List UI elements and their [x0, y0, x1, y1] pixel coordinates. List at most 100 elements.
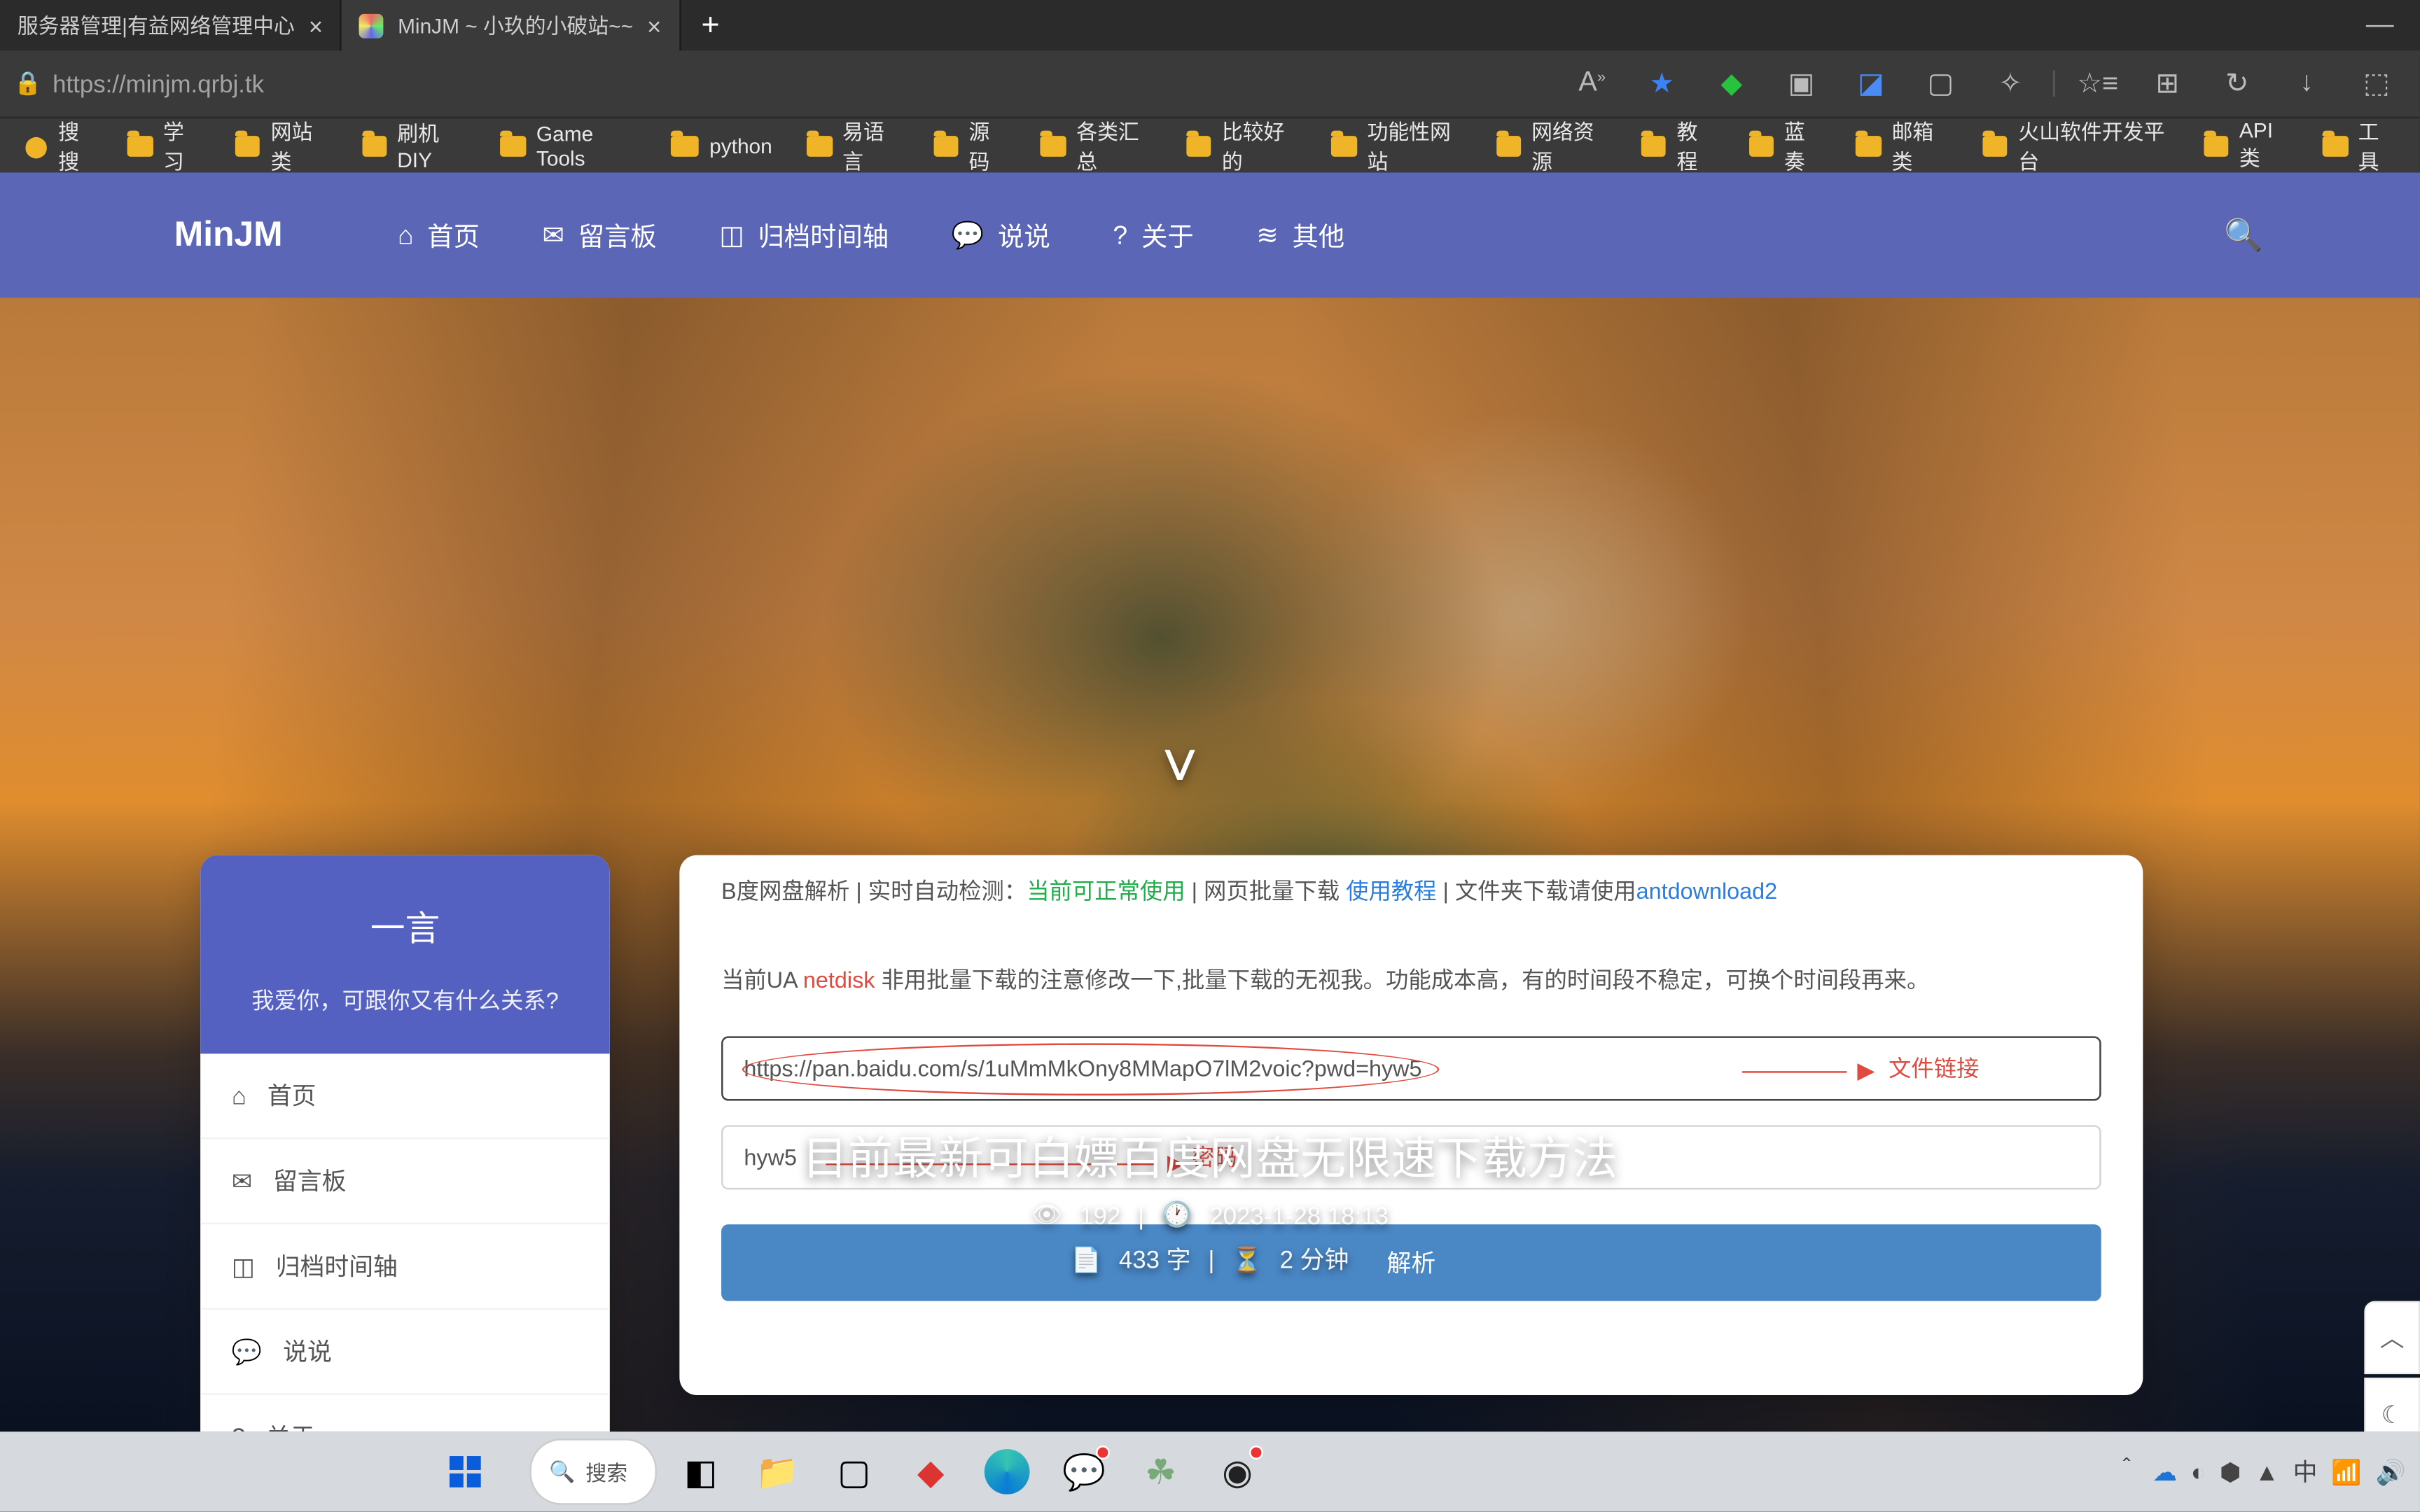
edge-app[interactable] [974, 1438, 1041, 1505]
hourglass-icon: ⏳ [1232, 1245, 1262, 1274]
sidebar-head-quote: 我爱你，可跟你又有什么关系? [228, 982, 582, 1015]
downloads-icon[interactable]: ↓ [2277, 68, 2337, 99]
sidebar-item-label: 归档时间轴 [276, 1249, 398, 1284]
ime-indicator[interactable]: 中 [2293, 1455, 2318, 1490]
folder-icon [1749, 135, 1774, 156]
volume-icon[interactable]: 🔊 [2376, 1457, 2406, 1486]
bookmark-folder[interactable]: 比较好的 [1172, 111, 1311, 181]
bookmark-folder[interactable]: python [657, 128, 786, 163]
bookmark-label: 各类汇总 [1076, 115, 1151, 175]
start-button[interactable] [433, 1438, 499, 1505]
bookmark-folder[interactable]: 工具 [2309, 111, 2409, 181]
explorer-app[interactable]: 📁 [744, 1438, 811, 1505]
tray-app-icon[interactable]: ▲ [2255, 1458, 2279, 1486]
bookmark-folder[interactable]: 易语言 [793, 111, 913, 181]
bookmark-folder[interactable]: 各类汇总 [1027, 111, 1166, 181]
bookmark-folder[interactable]: 网络资源 [1482, 111, 1621, 181]
bookmark-folder[interactable]: ⬤搜搜 [11, 111, 107, 181]
folder-icon [933, 135, 958, 156]
home-icon: ⌂ [232, 1082, 246, 1110]
sidebar-item-label: 首页 [267, 1078, 317, 1113]
task-view-button[interactable]: ◧ [667, 1438, 734, 1505]
sidebar-item-archive[interactable]: ◫归档时间轴 [200, 1224, 610, 1310]
bookmark-folder[interactable]: API类 [2190, 113, 2302, 178]
bookmark-folder[interactable]: 蓝奏 [1735, 111, 1836, 181]
nav-shuoshuo[interactable]: 💬说说 [952, 217, 1050, 253]
url-text[interactable]: https://minjm.qrbj.tk [53, 70, 264, 98]
theme-toggle-button[interactable]: ☾ [2364, 1378, 2420, 1432]
bookmark-folder[interactable]: 火山软件开发平台 [1969, 111, 2183, 181]
system-tray: ＾ ☁ ◐ ⬢ ▲ 中 📶 🔊 [2114, 1455, 2406, 1490]
minimize-button[interactable]: — [2340, 10, 2420, 41]
shield-icon[interactable]: ◆ [1702, 66, 1761, 102]
history-icon[interactable]: ↻ [2207, 66, 2267, 102]
view-count: 192 [1080, 1201, 1120, 1229]
bookmark-label: Game Tools [536, 121, 637, 170]
parse-button[interactable]: 解析 [721, 1224, 2101, 1301]
bookmark-folder[interactable]: 学习 [114, 111, 215, 181]
bookmark-folder[interactable]: 刷机DIY [348, 113, 480, 178]
tab-minjm[interactable]: MinJM ~ 小玖的小破站~~ × [342, 0, 680, 50]
chevron-down-icon[interactable]: ˅ [1162, 730, 1198, 804]
app-icon[interactable]: ◆ [898, 1438, 964, 1505]
bookmark-label: API类 [2239, 118, 2288, 172]
bookmark-label: 网络资源 [1531, 115, 1606, 175]
close-icon[interactable]: × [309, 13, 323, 38]
eye-icon: 👁 [1031, 1200, 1062, 1229]
scroll-top-button[interactable]: ︿ [2364, 1301, 2420, 1375]
tab-server-admin[interactable]: 服务器管理|有益网络管理中心 × [0, 0, 342, 50]
bookmark-folder[interactable]: Game Tools [487, 115, 650, 175]
notification-dot-icon [1096, 1446, 1110, 1460]
favorite-icon[interactable]: ★ [1632, 66, 1692, 102]
translate-icon[interactable]: ◪ [1842, 66, 1901, 102]
tray-app-icon[interactable]: ◐ [2191, 1458, 2206, 1486]
tray-chevron-icon[interactable]: ＾ [2114, 1455, 2139, 1490]
bookmark-label: 源码 [969, 115, 1006, 175]
read-aloud-icon[interactable]: A» [1562, 68, 1622, 99]
obs-app[interactable]: ◉ [1204, 1438, 1271, 1505]
sidebar-item-about[interactable]: ?关于 [200, 1395, 610, 1432]
nav-other[interactable]: ≋其他 [1256, 217, 1344, 253]
home-icon: ⌂ [398, 220, 414, 250]
extension-icon[interactable]: ✧ [1981, 66, 2040, 102]
sidebar-item-home[interactable]: ⌂ 首页 [200, 1054, 610, 1139]
sidebar-item-shuoshuo[interactable]: 💬说说 [200, 1310, 610, 1395]
bookmark-folder[interactable]: 邮箱类 [1842, 111, 1962, 181]
article-meta-row2: 📄433 字 | ⏳2 分钟 [1071, 1242, 1349, 1277]
bookmark-folder[interactable]: 教程 [1627, 111, 1728, 181]
new-tab-button[interactable]: + [681, 7, 741, 43]
favorites-list-icon[interactable]: ☆≡ [2068, 66, 2127, 102]
sidebar: 一言 我爱你，可跟你又有什么关系? ⌂首页 ✉留言板 ◫归档时间轴 💬说说 ?关… [200, 855, 610, 1432]
onedrive-icon[interactable]: ☁ [2153, 1457, 2177, 1486]
screenshot-icon[interactable]: ▢ [1911, 66, 1970, 102]
media-icon[interactable]: ▣ [1772, 66, 1831, 102]
wechat-app[interactable]: 💬 [1051, 1438, 1118, 1505]
terminal-app[interactable]: ▢ [821, 1438, 887, 1505]
tray-app-icon[interactable]: ⬢ [2220, 1457, 2241, 1486]
collections-icon[interactable]: ⊞ [2138, 66, 2197, 102]
wifi-icon[interactable]: 📶 [2331, 1457, 2361, 1486]
search-icon[interactable]: 🔍 [2224, 217, 2263, 253]
site-brand[interactable]: MinJM [174, 215, 283, 255]
close-icon[interactable]: × [647, 13, 661, 38]
sidebar-item-guestbook[interactable]: ✉留言板 [200, 1139, 610, 1224]
bookmark-folder[interactable]: 网站类 [221, 111, 341, 181]
nav-guestbook[interactable]: ✉留言板 [543, 217, 657, 253]
taskbar-search-label: 搜索 [585, 1457, 627, 1486]
nav-archive[interactable]: ◫归档时间轴 [719, 217, 889, 253]
bookmark-folder[interactable]: 源码 [919, 111, 1020, 181]
nav-about[interactable]: ?关于 [1113, 217, 1193, 253]
folder-icon [128, 135, 153, 156]
bookmark-folder[interactable]: 功能性网站 [1318, 111, 1475, 181]
tutorial-link[interactable]: 使用教程 [1346, 878, 1436, 904]
card-headline: B度网盘解析 | 实时自动检测：当前可正常使用 | 网页批量下载 使用教程 | … [721, 869, 2101, 930]
sidebar-item-label: 留言板 [273, 1163, 347, 1198]
antdownload-link[interactable]: antdownload2 [1636, 878, 1777, 904]
extensions-icon[interactable]: ⬚ [2346, 66, 2406, 102]
app-icon[interactable]: ☘ [1127, 1438, 1194, 1505]
taskbar-search[interactable]: 🔍搜索 [530, 1438, 658, 1505]
nav-home[interactable]: ⌂首页 [398, 217, 480, 253]
bookmark-label: 火山软件开发平台 [2018, 115, 2169, 175]
lock-icon[interactable]: 🔒 [14, 70, 42, 98]
bookmarks-bar: ⬤搜搜 学习 网站类 刷机DIY Game Tools python 易语言 源… [0, 117, 2420, 173]
